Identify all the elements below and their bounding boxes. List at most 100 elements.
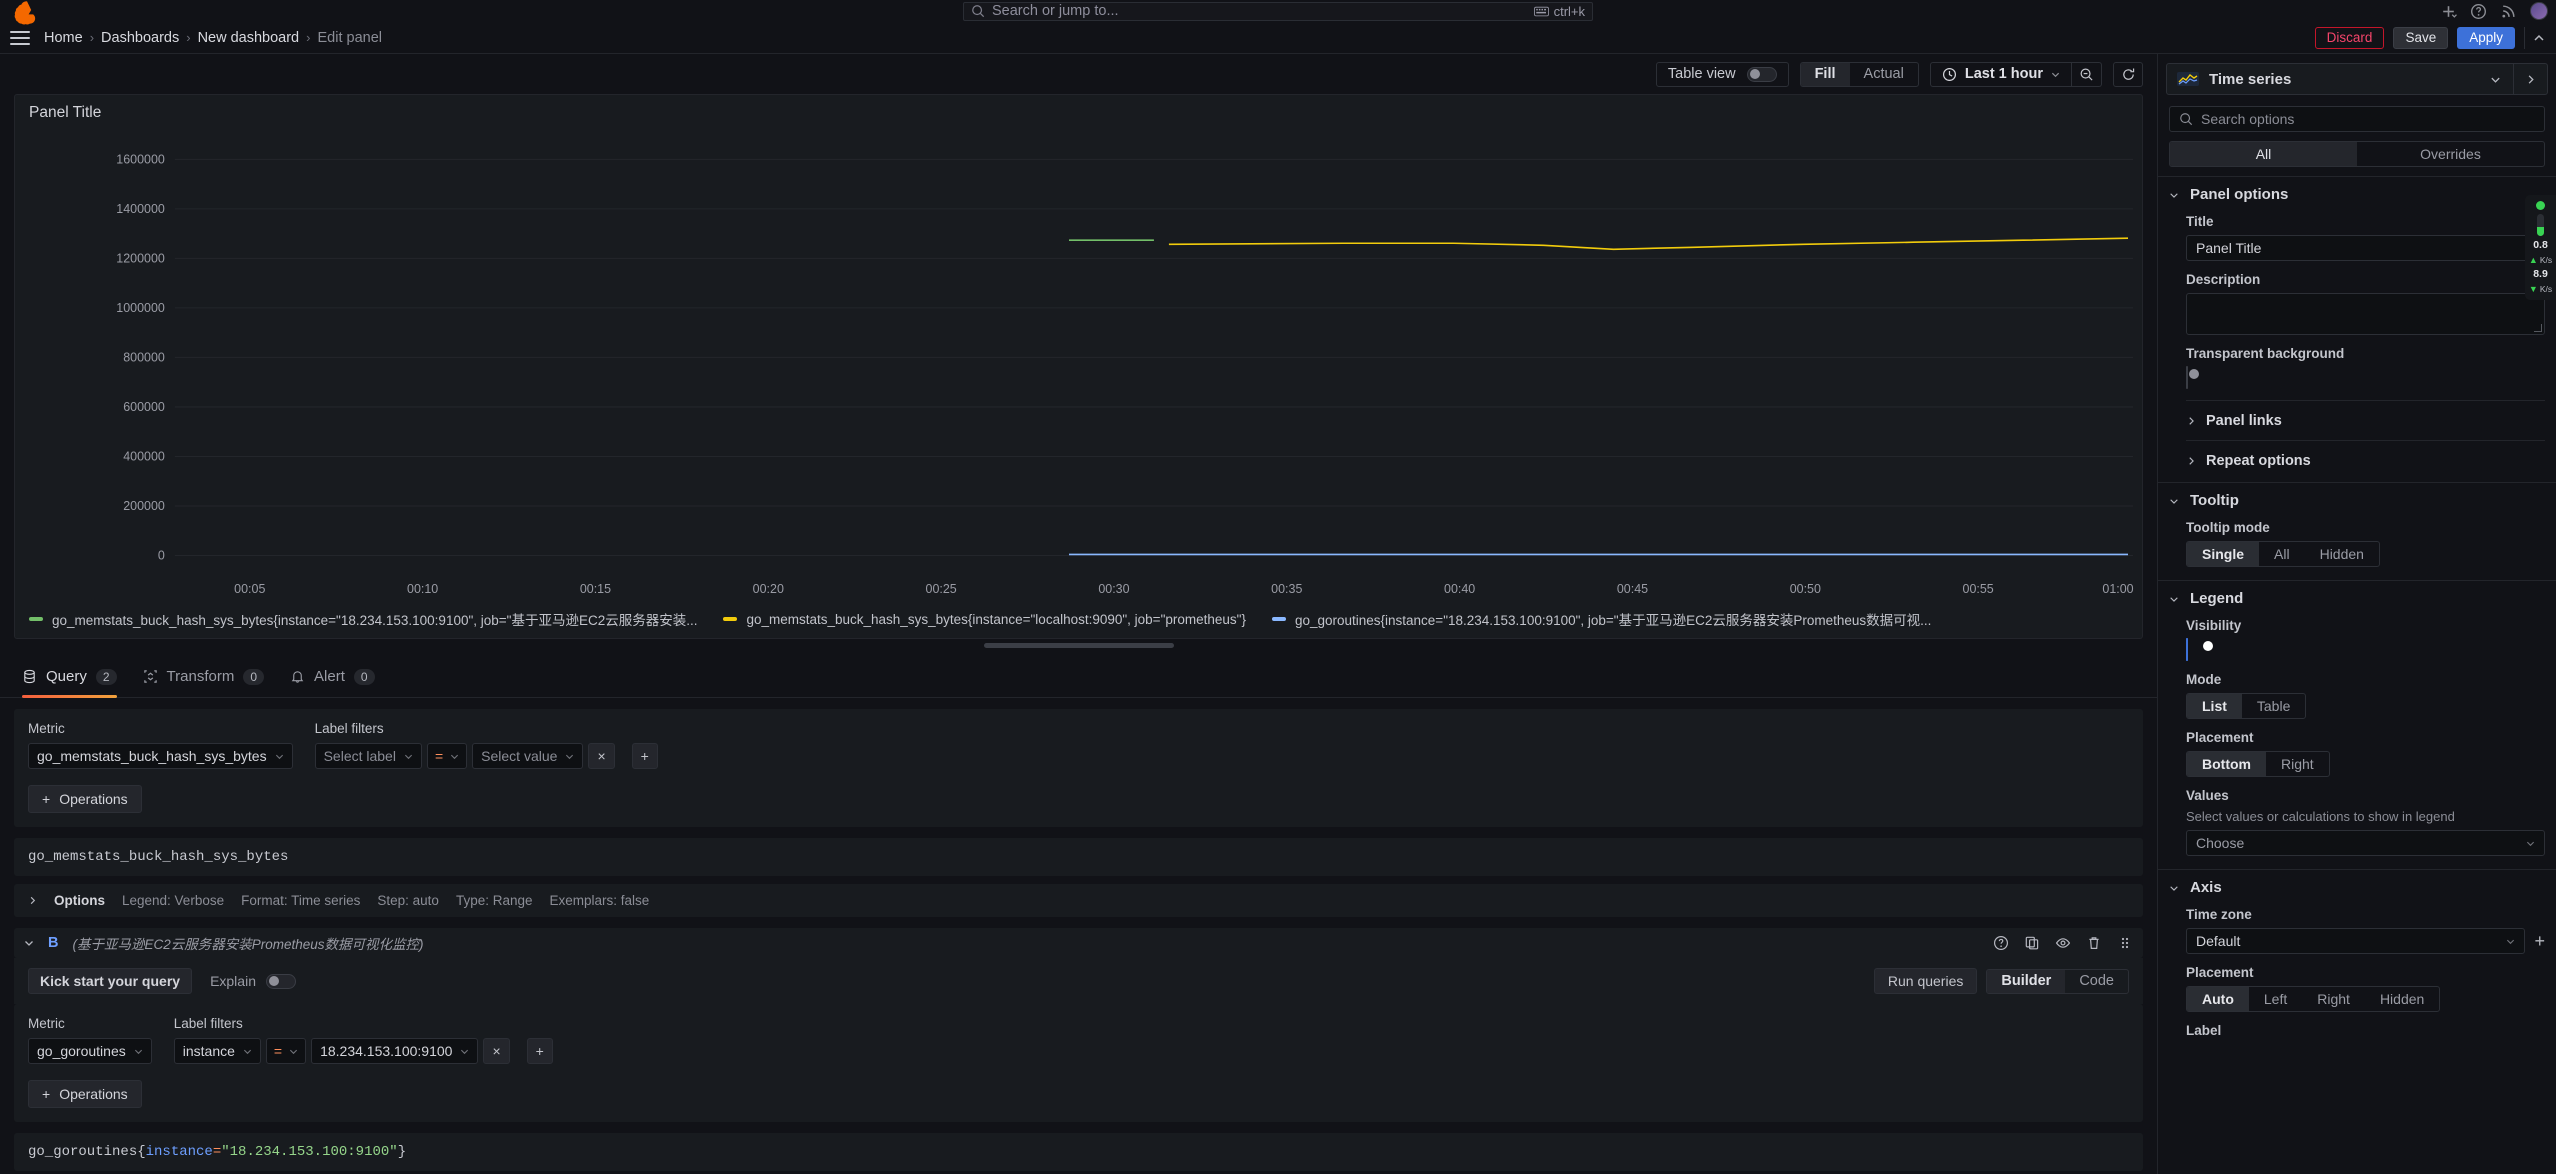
eye-icon[interactable] (2055, 935, 2071, 951)
code-mode-button[interactable]: Code (2065, 970, 2128, 993)
panel-title-input[interactable]: Panel Title (2186, 235, 2545, 261)
chevron-right-icon[interactable] (2513, 64, 2547, 94)
tooltip-mode-all[interactable]: All (2259, 542, 2305, 566)
apply-button[interactable]: Apply (2457, 26, 2515, 49)
user-avatar[interactable] (2530, 2, 2548, 20)
query-b-filter-label-select[interactable]: instance (173, 1038, 261, 1064)
search-shortcut-label: ctrl+k (1553, 3, 1585, 19)
table-view-toggle-group[interactable]: Table view (1655, 61, 1789, 87)
fill-button[interactable]: Fill (1800, 62, 1850, 86)
zoom-out-icon[interactable] (2072, 61, 2102, 87)
axis-placement-hidden[interactable]: Hidden (2365, 987, 2439, 1011)
options-search-input[interactable]: Search options (2169, 106, 2545, 132)
legend-mode-table[interactable]: Table (2242, 694, 2305, 718)
top-bar: Search or jump to... ctrl+k (0, 0, 2556, 25)
chevron-down-icon[interactable] (24, 938, 34, 948)
query-b-ref-id[interactable]: B (48, 935, 58, 951)
panel-description-textarea[interactable] (2186, 293, 2545, 335)
query-a-operations-button[interactable]: + Operations (28, 785, 142, 813)
chevron-down-icon[interactable] (2478, 74, 2513, 85)
transparent-background-toggle[interactable] (2186, 366, 2199, 389)
chevron-up-icon[interactable] (2524, 26, 2546, 49)
tab-overrides[interactable]: Overrides (2357, 142, 2544, 166)
axis-placement-right[interactable]: Right (2302, 987, 2365, 1011)
network-speed-widget[interactable]: 0.8 ▲ K/s 8.9 ▼ K/s (2525, 195, 2556, 301)
axis-placement-segment: Auto Left Right Hidden (2186, 986, 2441, 1012)
options-scroll-area[interactable]: Panel options Title Panel Title Descript… (2158, 167, 2556, 1174)
query-b-remove-filter-button[interactable]: × (483, 1038, 510, 1064)
plus-icon[interactable] (2440, 3, 2457, 20)
trash-icon[interactable] (2086, 935, 2102, 951)
legend-item[interactable]: go_memstats_buck_hash_sys_bytes{instance… (29, 609, 697, 629)
query-b-filter-operator-select[interactable]: = (265, 1038, 307, 1064)
explain-toggle[interactable] (265, 973, 296, 989)
discard-button[interactable]: Discard (2314, 26, 2385, 49)
plus-icon: + (535, 1043, 544, 1059)
breadcrumb-item-dashboards[interactable]: Dashboards (101, 30, 179, 46)
actual-button[interactable]: Actual (1850, 63, 1918, 86)
section-panel-options-header[interactable]: Panel options (2169, 186, 2545, 203)
section-tooltip-header[interactable]: Tooltip (2169, 492, 2545, 509)
time-series-plot[interactable]: 1600000 1400000 1200000 1000000 800000 6… (15, 122, 2142, 607)
legend-visibility-toggle[interactable] (2186, 638, 2213, 661)
run-queries-button[interactable]: Run queries (1873, 968, 1978, 994)
visualization-picker[interactable]: Time series (2166, 63, 2548, 95)
axis-timezone-select[interactable]: Default (2186, 928, 2526, 954)
drag-handle-icon[interactable] (2117, 935, 2133, 951)
table-view-toggle[interactable] (1746, 66, 1777, 82)
tab-transform[interactable]: Transform 0 (143, 656, 265, 697)
query-a-filter-operator-select[interactable]: = (426, 743, 468, 769)
save-button[interactable]: Save (2393, 26, 2449, 49)
tab-all[interactable]: All (2170, 142, 2357, 166)
panel-links-row[interactable]: Panel links (2169, 413, 2545, 429)
explain-toggle-group[interactable]: Explain (210, 973, 296, 989)
query-b-raw-eq: = (212, 1144, 222, 1160)
kick-start-query-button[interactable]: Kick start your query (28, 968, 193, 994)
time-range-picker[interactable]: Last 1 hour (1929, 61, 2072, 87)
query-b-filter-value-select[interactable]: 18.234.153.100:9100 (311, 1038, 479, 1064)
query-a-raw-query[interactable]: go_memstats_buck_hash_sys_bytes (14, 838, 2143, 876)
axis-placement-left[interactable]: Left (2249, 987, 2302, 1011)
query-a-metric-select[interactable]: go_memstats_buck_hash_sys_bytes (28, 743, 293, 769)
panel-resize-handle[interactable] (983, 643, 1174, 648)
query-a-remove-filter-button[interactable]: × (588, 743, 615, 769)
query-b-operations-button[interactable]: + Operations (28, 1080, 142, 1108)
breadcrumb-item-home[interactable]: Home (44, 30, 83, 46)
duplicate-icon[interactable] (2024, 935, 2040, 951)
status-dot-icon (2536, 201, 2545, 210)
legend-values-select[interactable]: Choose (2186, 830, 2545, 856)
global-search-input[interactable]: Search or jump to... ctrl+k (963, 1, 1593, 21)
help-circle-icon[interactable] (2470, 3, 2487, 20)
tab-query[interactable]: Query 2 (22, 656, 117, 698)
query-a-options-row[interactable]: Options Legend: Verbose Format: Time ser… (14, 884, 2143, 917)
breadcrumb-item-new-dashboard[interactable]: New dashboard (198, 30, 300, 46)
repeat-options-row[interactable]: Repeat options (2169, 453, 2545, 469)
tooltip-mode-single[interactable]: Single (2187, 542, 2260, 566)
section-axis-header[interactable]: Axis (2169, 879, 2545, 896)
query-a-filter-label-select[interactable]: Select label (314, 743, 422, 769)
query-a-filter-value-select[interactable]: Select value (472, 743, 584, 769)
refresh-icon[interactable] (2113, 61, 2143, 87)
legend-item[interactable]: go_goroutines{instance="18.234.153.100:9… (1271, 609, 1931, 629)
tab-alert[interactable]: Alert 0 (290, 656, 375, 697)
query-b-raw-query[interactable]: go_goroutines{instance="18.234.153.100:9… (14, 1133, 2143, 1171)
tooltip-mode-hidden[interactable]: Hidden (2305, 542, 2379, 566)
grafana-logo-icon[interactable] (14, 0, 40, 25)
axis-placement-auto[interactable]: Auto (2187, 987, 2249, 1011)
help-circle-icon[interactable] (1993, 935, 2009, 951)
news-rss-icon[interactable] (2500, 3, 2517, 20)
legend-placement-right[interactable]: Right (2266, 752, 2329, 776)
query-a-add-filter-button[interactable]: + (631, 743, 658, 769)
legend-item[interactable]: go_memstats_buck_hash_sys_bytes{instance… (723, 612, 1246, 627)
hamburger-menu-icon[interactable] (10, 30, 30, 45)
chevron-down-icon (243, 1047, 252, 1056)
upload-speed-value: 0.8 (2533, 239, 2548, 251)
legend-placement-bottom[interactable]: Bottom (2187, 752, 2266, 776)
query-b-add-filter-button[interactable]: + (526, 1038, 553, 1064)
section-legend-header[interactable]: Legend (2169, 590, 2545, 607)
plus-icon[interactable]: + (2534, 932, 2545, 950)
query-b-metric-select[interactable]: go_goroutines (28, 1038, 152, 1064)
legend-mode-list[interactable]: List (2187, 694, 2242, 718)
builder-mode-button[interactable]: Builder (1987, 969, 2066, 993)
query-b-filter-label-value: instance (182, 1043, 235, 1059)
